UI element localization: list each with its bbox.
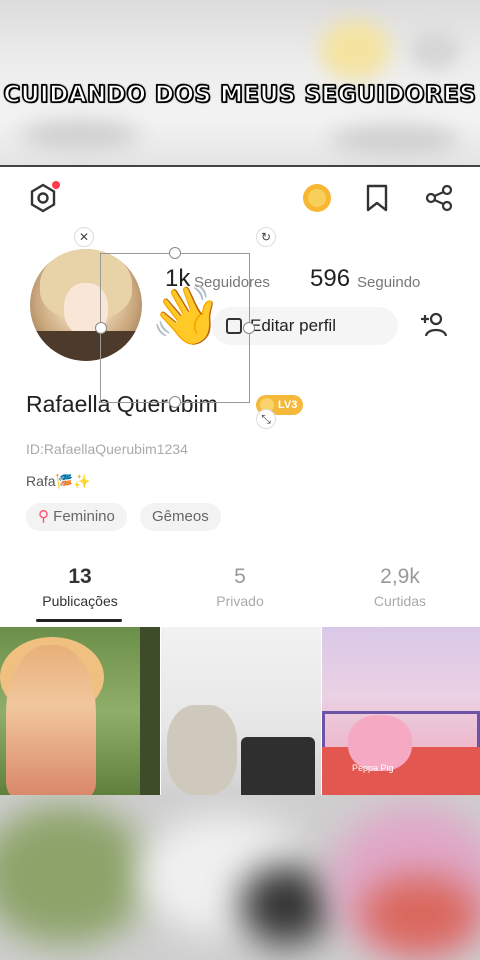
coin-icon	[303, 184, 331, 212]
thumbnail-caption: Peppa Pig	[352, 763, 394, 773]
bio: Rafa🎏✨	[26, 473, 91, 489]
profile-tabs: 13 Publicações 5 Privado 2,9k Curtidas	[0, 565, 480, 627]
sticker-close-icon[interactable]: ✕	[74, 227, 94, 247]
tab-publicacoes[interactable]: 13 Publicações	[0, 565, 160, 609]
female-icon: ⚲	[38, 508, 49, 525]
tag-zodiac: Gêmeos	[140, 503, 221, 531]
following-count[interactable]: 596	[310, 265, 350, 293]
share-icon	[425, 184, 453, 212]
user-id[interactable]: ID:RafaellaQuerubim1234	[26, 441, 188, 457]
sticker-rotate-icon[interactable]: ↻	[256, 227, 276, 247]
tag-gender: ⚲ Feminino	[26, 503, 127, 531]
profile-screen: 1k Seguidores 596 Seguindo Editar perfil…	[0, 165, 480, 797]
add-user-icon	[421, 312, 448, 337]
coin-button[interactable]	[300, 181, 334, 215]
share-button[interactable]	[422, 181, 456, 215]
settings-button[interactable]	[26, 181, 60, 215]
resize-handle[interactable]	[169, 247, 181, 259]
bookmark-icon	[366, 184, 388, 212]
video-caption: CUIDANDO DOS MEUS SEGUIDORES	[3, 81, 477, 109]
resize-handle[interactable]	[95, 322, 107, 334]
active-tab-indicator	[36, 619, 122, 622]
notification-dot	[52, 181, 60, 189]
blurred-background-bottom	[0, 795, 480, 960]
tab-curtidas[interactable]: 2,9k Curtidas	[320, 565, 480, 609]
waving-hand-sticker[interactable]: 👋	[150, 287, 222, 345]
video-thumbnail[interactable]	[161, 627, 321, 797]
level-label: LV3	[278, 399, 298, 411]
edit-profile-label: Editar perfil	[250, 316, 336, 335]
add-friend-button[interactable]	[418, 309, 450, 341]
video-thumbnail[interactable]: Peppa Pig	[322, 627, 480, 797]
resize-handle[interactable]	[169, 396, 181, 408]
resize-handle[interactable]	[243, 322, 255, 334]
sticker-scale-icon[interactable]: ⤡	[256, 409, 276, 429]
tab-privado[interactable]: 5 Privado	[160, 565, 320, 609]
video-thumbnail[interactable]	[0, 627, 160, 797]
following-label[interactable]: Seguindo	[357, 274, 420, 291]
video-grid: Peppa Pig	[0, 627, 480, 797]
bookmark-button[interactable]	[360, 181, 394, 215]
